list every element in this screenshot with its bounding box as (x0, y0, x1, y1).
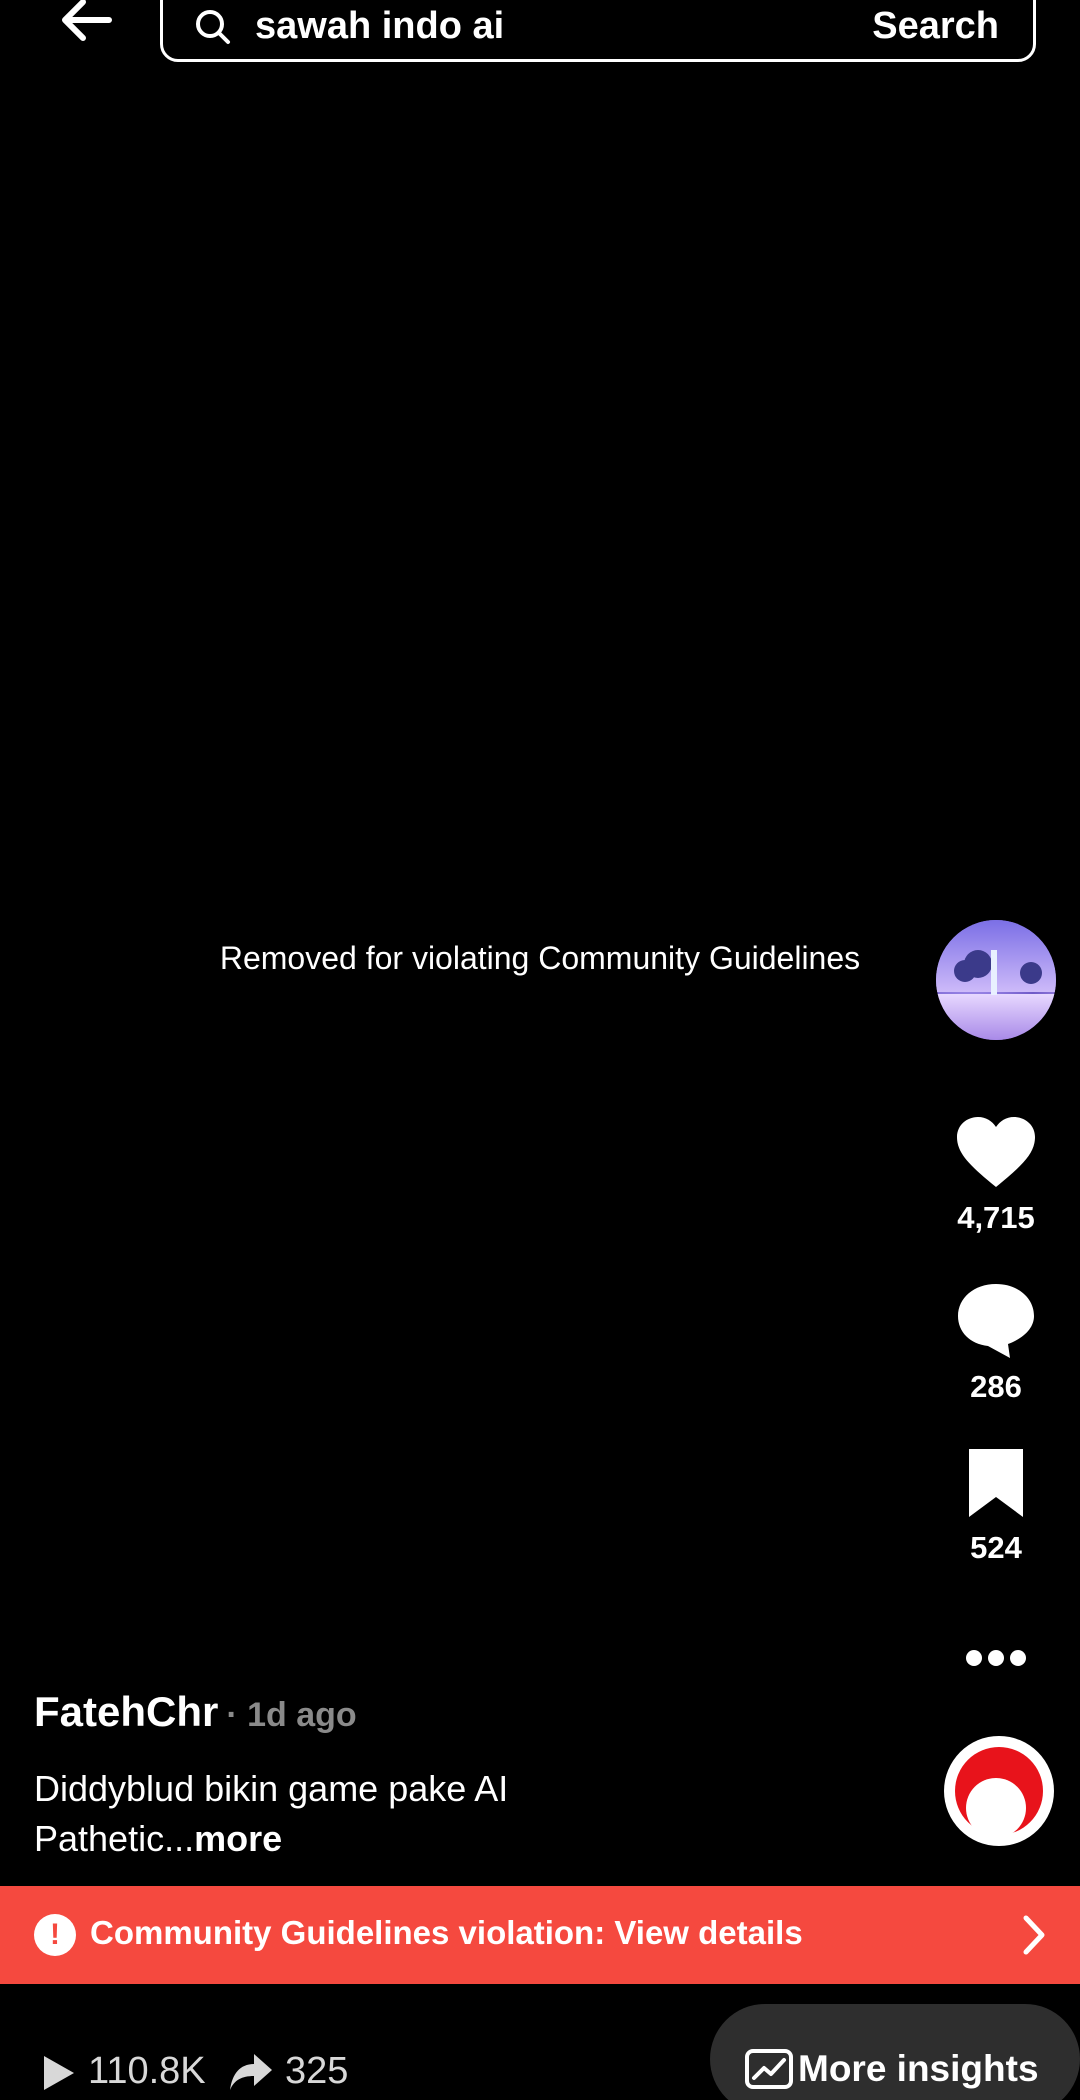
avatar-tree (1020, 962, 1042, 984)
search-query[interactable]: sawah indo ai (255, 5, 504, 48)
chevron-right-icon (1023, 1915, 1045, 1955)
like-button[interactable]: 4,715 (930, 1115, 1062, 1236)
post-caption: Diddyblud bikin game pake AI Pathetic...… (34, 1764, 654, 1864)
exclamation-icon: ! (34, 1914, 76, 1956)
share-arrow-icon (230, 2054, 272, 2090)
like-count: 4,715 (957, 1200, 1035, 1235)
arrow-left-icon (62, 0, 112, 41)
avatar-ground (936, 994, 1056, 1040)
avatar-tower (991, 950, 997, 995)
caption-more-link[interactable]: more (194, 1818, 282, 1859)
save-count: 524 (970, 1530, 1022, 1565)
search-box[interactable]: sawah indo ai Search (160, 0, 1036, 62)
more-insights-label: More insights (798, 2048, 1039, 2089)
search-button[interactable]: Search (872, 5, 999, 48)
top-bar: sawah indo ai Search (0, 0, 1080, 70)
author-name[interactable]: FatehChr (34, 1688, 218, 1735)
violation-text: Community Guidelines violation: View det… (90, 1914, 803, 1951)
save-button[interactable]: 524 (930, 1445, 1062, 1566)
post-time: · 1d ago (226, 1696, 357, 1734)
violation-banner[interactable]: ! Community Guidelines violation: View d… (0, 1886, 1080, 1984)
author-avatar[interactable] (936, 920, 1056, 1040)
caption-line-1: Diddyblud bikin game pake AI (34, 1768, 509, 1809)
play-icon (44, 2056, 74, 2090)
bookmark-icon (969, 1449, 1023, 1517)
heart-icon (957, 1117, 1035, 1187)
chart-trend-icon (745, 2049, 793, 2089)
music-disc-icon[interactable] (944, 1736, 1054, 1846)
bottom-stats-bar: 110.8K 325 More insights (0, 1984, 1080, 2100)
removed-notice: Removed for violating Community Guidelin… (219, 940, 861, 976)
share-count: 325 (285, 2050, 349, 2092)
author-line[interactable]: FatehChr · 1d ago (34, 1688, 357, 1736)
sound-artwork (955, 1747, 1043, 1838)
comment-button[interactable]: 286 (930, 1280, 1062, 1405)
more-insights-button[interactable]: More insights (710, 2004, 1080, 2100)
view-count: 110.8K (88, 2050, 206, 2092)
search-icon (196, 10, 230, 44)
caption-line-2: Pathetic...more (34, 1814, 654, 1864)
avatar-tree (964, 950, 992, 978)
more-dots-icon[interactable] (964, 1648, 1028, 1668)
comment-bubble-icon (958, 1284, 1034, 1358)
back-button[interactable] (50, 0, 120, 50)
caption-text: Pathetic... (34, 1818, 195, 1859)
comment-count: 286 (970, 1369, 1022, 1404)
